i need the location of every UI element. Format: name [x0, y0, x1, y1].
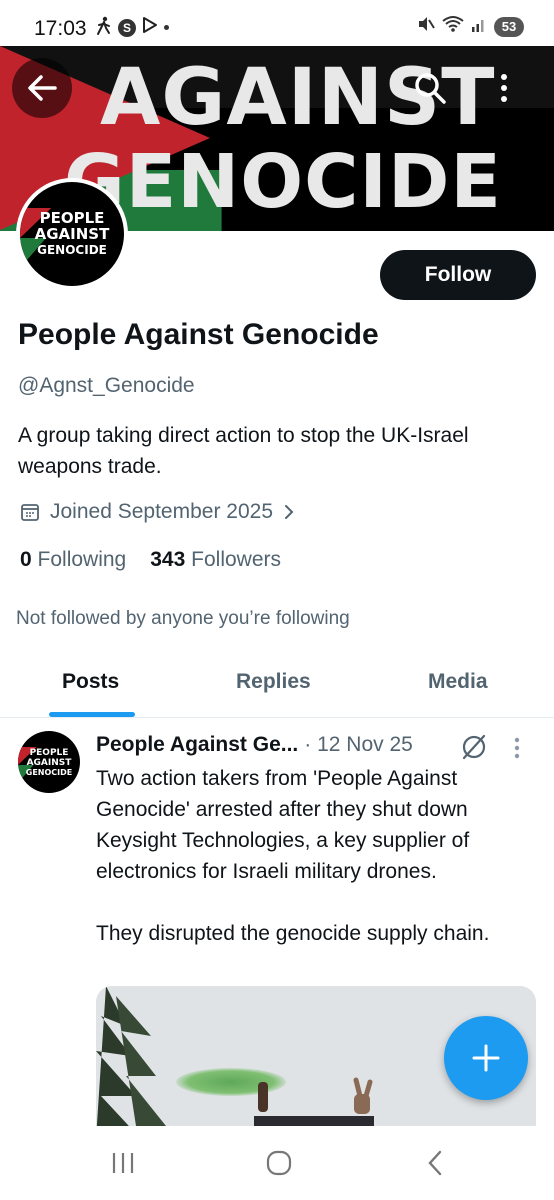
profile-avatar[interactable]: PEOPLE AGAINST GENOCIDE — [16, 178, 128, 290]
more-options-button[interactable] — [474, 58, 534, 118]
post-avatar-logo-text: PEOPLE AGAINST GENOCIDE — [25, 748, 73, 777]
status-time: 17:03 — [34, 17, 87, 40]
back-button[interactable] — [12, 58, 72, 118]
signal-icon — [471, 15, 487, 38]
back-icon — [428, 1150, 442, 1176]
post-date: · 12 Nov 25 — [304, 733, 413, 756]
followers-link[interactable]: 343 Followers — [150, 548, 281, 572]
profile-tabs: Posts Replies Media — [0, 652, 554, 718]
tab-posts[interactable]: Posts — [62, 670, 119, 694]
calendar-icon — [21, 504, 39, 521]
post-header: People Against Ge... · 12 Nov 25 — [96, 733, 413, 757]
followers-label: Followers — [191, 548, 281, 571]
s-app-icon: S — [118, 18, 136, 37]
chevron-right-icon — [285, 505, 294, 519]
recent-apps-icon — [112, 1153, 134, 1173]
status-bar: 17:03 S 53 — [0, 0, 554, 46]
not-followed-notice: Not followed by anyone you’re following — [16, 608, 350, 629]
search-icon — [415, 73, 446, 104]
following-count: 0 — [20, 548, 32, 571]
follow-stats: 0 Following 343 Followers — [20, 548, 281, 572]
status-icons-right: 53 — [417, 15, 524, 38]
post-avatar[interactable]: PEOPLE AGAINST GENOCIDE — [18, 731, 80, 793]
walking-icon — [96, 16, 112, 39]
tab-media[interactable]: Media — [428, 670, 488, 694]
search-button[interactable] — [400, 58, 460, 118]
joined-date[interactable]: Joined September 2025 — [20, 500, 295, 524]
banner-text-line2: GENOCIDE — [64, 139, 502, 225]
profile-display-name: People Against Genocide — [18, 318, 379, 351]
following-link[interactable]: 0 Following — [20, 548, 126, 572]
recent-apps-button[interactable] — [106, 1146, 140, 1180]
follow-button[interactable]: Follow — [380, 250, 536, 300]
status-icons-left: S — [96, 16, 169, 39]
wifi-icon — [442, 15, 464, 38]
battery-icon: 53 — [494, 16, 524, 37]
post-author-name[interactable]: People Against Ge... — [96, 733, 298, 757]
joined-label: Joined September 2025 — [50, 500, 273, 523]
tab-replies[interactable]: Replies — [236, 670, 311, 694]
avatar-logo: PEOPLE AGAINST GENOCIDE — [20, 182, 124, 286]
mute-icon — [417, 15, 435, 38]
nav-back-button[interactable] — [418, 1146, 452, 1180]
play-icon — [142, 16, 158, 39]
profile-bio: A group taking direct action to stop the… — [18, 424, 469, 478]
home-button[interactable] — [262, 1146, 296, 1180]
plus-icon — [472, 1044, 500, 1072]
avatar-logo-text: PEOPLE AGAINST GENOCIDE — [34, 209, 110, 257]
followers-count: 343 — [150, 548, 186, 571]
arrow-left-icon — [28, 75, 57, 101]
system-nav-bar — [0, 1126, 554, 1200]
tree-image — [96, 986, 166, 1139]
more-vertical-icon — [501, 74, 507, 102]
post-text: Two action takers from 'People Against G… — [96, 767, 490, 945]
grok-icon[interactable] — [460, 733, 488, 766]
home-icon — [266, 1150, 292, 1176]
compose-button[interactable] — [444, 1016, 528, 1100]
profile-handle: @Agnst_Genocide — [18, 374, 195, 397]
post-more-icon[interactable] — [514, 737, 520, 764]
active-tab-indicator — [49, 712, 135, 717]
following-label: Following — [37, 548, 127, 571]
dot-icon — [164, 25, 169, 30]
